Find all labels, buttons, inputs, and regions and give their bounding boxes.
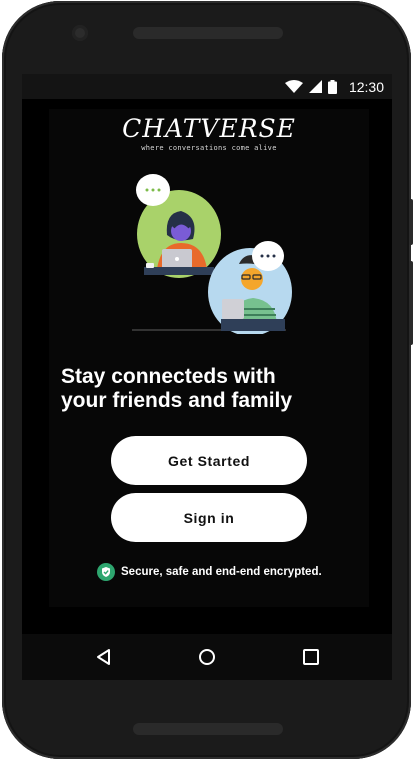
signal-icon — [308, 80, 322, 93]
system-nav-bar — [22, 634, 392, 680]
screen: 12:30 CHATVERSE where conversations come… — [22, 74, 392, 680]
battery-icon — [327, 79, 337, 94]
right-speech-bubble-icon — [252, 241, 284, 271]
recents-icon[interactable] — [301, 647, 321, 667]
status-bar: 12:30 — [22, 74, 392, 99]
welcome-headline: Stay connecteds with your friends and fa… — [61, 365, 361, 413]
app-tagline: where conversations come alive — [141, 144, 277, 152]
top-speaker — [133, 27, 283, 39]
front-camera — [72, 25, 88, 41]
volume-button — [409, 261, 413, 345]
shield-check-icon — [97, 563, 115, 581]
back-icon[interactable] — [94, 647, 114, 667]
security-note-text: Secure, safe and end-end encrypted. — [121, 566, 322, 578]
status-time: 12:30 — [348, 78, 384, 95]
bottom-speaker — [133, 723, 283, 735]
phone-frame: 12:30 CHATVERSE where conversations come… — [2, 1, 413, 759]
headline-line-2: your friends and family — [61, 389, 293, 412]
get-started-button[interactable]: Get Started — [111, 436, 307, 485]
wifi-icon — [284, 80, 303, 93]
left-speech-bubble-icon — [136, 174, 170, 206]
welcome-content: CHATVERSE where conversations come alive — [49, 109, 369, 607]
chat-illustration — [132, 174, 292, 334]
headline-line-1: Stay connecteds with — [61, 365, 276, 388]
status-icons: 12:30 — [284, 78, 384, 95]
app-logo: CHATVERSE — [122, 114, 296, 143]
sign-in-button[interactable]: Sign in — [111, 493, 307, 542]
power-button — [409, 199, 413, 245]
home-icon[interactable] — [197, 647, 217, 667]
security-note: Secure, safe and end-end encrypted. — [97, 563, 322, 581]
